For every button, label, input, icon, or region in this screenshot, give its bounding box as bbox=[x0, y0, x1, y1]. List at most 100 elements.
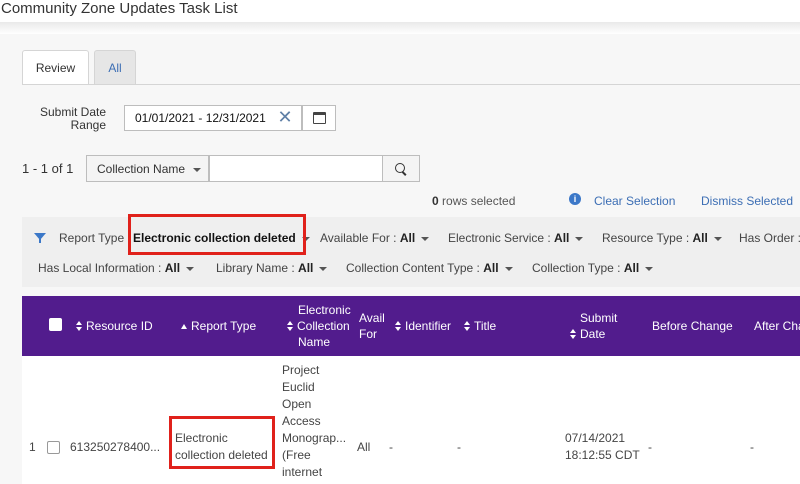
info-icon: i bbox=[569, 193, 581, 205]
filter-has-local-information[interactable]: Has Local Information : All bbox=[38, 261, 195, 275]
filter-collection-content-type-label: Collection Content Type : bbox=[346, 261, 480, 275]
column-header-identifier-label: Identifier bbox=[405, 319, 452, 333]
filter-collection-type[interactable]: Collection Type : All bbox=[532, 261, 654, 275]
filter-electronic-service-value: All bbox=[554, 231, 570, 245]
chevron-down-icon bbox=[319, 266, 328, 271]
column-header-line: Avail bbox=[359, 311, 385, 325]
cell-collection-name-line: Open bbox=[282, 397, 312, 411]
filter-has-local-information-value: All bbox=[164, 261, 181, 275]
column-header-identifier[interactable]: Identifier bbox=[395, 318, 451, 334]
filter-available-for[interactable]: Available For : All bbox=[320, 231, 430, 245]
sort-icon bbox=[287, 321, 294, 331]
chevron-down-icon bbox=[645, 266, 654, 271]
column-header-line: Name bbox=[298, 335, 331, 349]
cell-before-change: - bbox=[648, 440, 652, 454]
column-header-report-type-label: Report Type bbox=[191, 319, 257, 333]
column-header-submit-date[interactable]: Submit Date bbox=[570, 310, 617, 342]
column-header-line-text: Collection bbox=[297, 319, 350, 333]
column-header-before-change[interactable]: Before Change bbox=[652, 318, 733, 334]
cell-after-change: - bbox=[750, 440, 754, 454]
filter-collection-type-value: All bbox=[623, 261, 640, 275]
column-header-resource-id-label: Resource ID bbox=[86, 319, 153, 333]
highlight-box bbox=[128, 214, 306, 255]
column-header-line: Date bbox=[570, 326, 617, 342]
cell-submit-date-line: 07/14/2021 bbox=[565, 431, 626, 445]
filter-has-order[interactable]: Has Order : bbox=[739, 231, 800, 245]
column-header-electronic-collection-name[interactable]: Electronic Collection Name bbox=[287, 302, 351, 350]
cell-collection-name-line: Project bbox=[282, 363, 320, 377]
filter-collection-content-type[interactable]: Collection Content Type : All bbox=[346, 261, 513, 275]
filter-resource-type[interactable]: Resource Type : All bbox=[602, 231, 722, 245]
filter-collection-content-type-value: All bbox=[483, 261, 499, 275]
row-checkbox[interactable] bbox=[47, 441, 60, 454]
column-header-after-change[interactable]: After Cha bbox=[754, 318, 800, 334]
close-icon[interactable]: ✕ bbox=[276, 108, 294, 126]
search-field-select[interactable]: Collection Name bbox=[86, 155, 209, 182]
title-divider bbox=[0, 22, 800, 34]
sort-ascending-icon bbox=[181, 324, 187, 329]
column-header-line: Electronic bbox=[298, 303, 351, 317]
table-row[interactable] bbox=[22, 356, 800, 484]
rows-selected-label: rows selected bbox=[442, 194, 516, 208]
chevron-down-icon bbox=[421, 236, 430, 241]
cell-resource-id[interactable]: 613250278400... bbox=[70, 439, 160, 456]
cell-collection-name-line: (Free bbox=[282, 448, 311, 462]
filter-available-for-value: All bbox=[399, 231, 416, 245]
filter-icon-stem bbox=[39, 239, 41, 243]
calendar-button[interactable] bbox=[302, 105, 336, 131]
search-icon bbox=[395, 162, 407, 175]
calendar-icon bbox=[312, 112, 326, 124]
filter-electronic-service[interactable]: Electronic Service : All bbox=[448, 231, 584, 245]
chevron-down-icon bbox=[713, 236, 722, 241]
filter-library-name-value: All bbox=[298, 261, 314, 275]
column-header-resource-id[interactable]: Resource ID bbox=[76, 318, 153, 334]
cell-submit-date-line: 18:12:55 CDT bbox=[565, 448, 640, 462]
submit-date-range-label: Submit Date Range bbox=[39, 105, 106, 132]
column-header-avail-for[interactable]: Avail For bbox=[359, 310, 385, 342]
column-header-line-text: Date bbox=[580, 327, 606, 341]
filter-resource-type-value: All bbox=[692, 231, 708, 245]
select-all-checkbox[interactable] bbox=[49, 318, 62, 331]
search-field-select-label: Collection Name bbox=[97, 161, 186, 176]
tab-review[interactable]: Review bbox=[22, 50, 89, 85]
filter-resource-type-label: Resource Type : bbox=[602, 231, 690, 245]
column-header-line: For bbox=[359, 327, 377, 341]
chevron-down-icon bbox=[504, 266, 513, 271]
cell-collection-name-line: Euclid bbox=[282, 380, 315, 394]
filter-collection-type-label: Collection Type : bbox=[532, 261, 621, 275]
sort-icon bbox=[464, 321, 471, 331]
chevron-down-icon bbox=[186, 266, 195, 271]
filter-report-type-label: Report Type : bbox=[59, 231, 131, 245]
rows-selected-count: 0 bbox=[432, 194, 439, 208]
clear-selection-link[interactable]: Clear Selection bbox=[594, 194, 675, 208]
result-count: 1 - 1 of 1 bbox=[22, 161, 74, 176]
column-header-line: Collection bbox=[287, 318, 351, 334]
dismiss-selected-link[interactable]: Dismiss Selected bbox=[701, 194, 793, 208]
cell-identifier: - bbox=[389, 440, 393, 454]
column-header-report-type[interactable]: Report Type bbox=[181, 318, 256, 334]
column-header-title[interactable]: Title bbox=[464, 318, 496, 334]
tab-divider bbox=[22, 84, 800, 85]
search-button[interactable] bbox=[382, 155, 420, 182]
chevron-down-icon bbox=[575, 236, 584, 241]
row-index: 1 bbox=[29, 440, 36, 454]
search-input[interactable] bbox=[209, 155, 383, 182]
cell-collection-name-line: Monograp... bbox=[282, 431, 347, 445]
cell-collection-name: Project Euclid Open Access Monograp... (… bbox=[282, 362, 346, 481]
column-header-title-label: Title bbox=[474, 319, 497, 333]
filter-library-name[interactable]: Library Name : All bbox=[216, 261, 328, 275]
tab-bar: Review All bbox=[22, 50, 136, 85]
cell-collection-name-line: internet bbox=[282, 465, 323, 479]
chevron-down-icon bbox=[193, 168, 201, 172]
sort-icon bbox=[76, 321, 83, 331]
highlight-box bbox=[169, 416, 275, 469]
cell-submit-date: 07/14/2021 18:12:55 CDT bbox=[565, 430, 640, 464]
cell-collection-name-line: Access bbox=[282, 414, 321, 428]
page-title: Community Zone Updates Task List bbox=[1, 0, 238, 17]
sort-icon bbox=[570, 329, 577, 339]
filter-available-for-label: Available For : bbox=[320, 231, 397, 245]
filter-electronic-service-label: Electronic Service : bbox=[448, 231, 551, 245]
filter-library-name-label: Library Name : bbox=[216, 261, 295, 275]
rows-selected-status: 0 rows selected bbox=[432, 194, 515, 208]
tab-all[interactable]: All bbox=[94, 50, 136, 85]
